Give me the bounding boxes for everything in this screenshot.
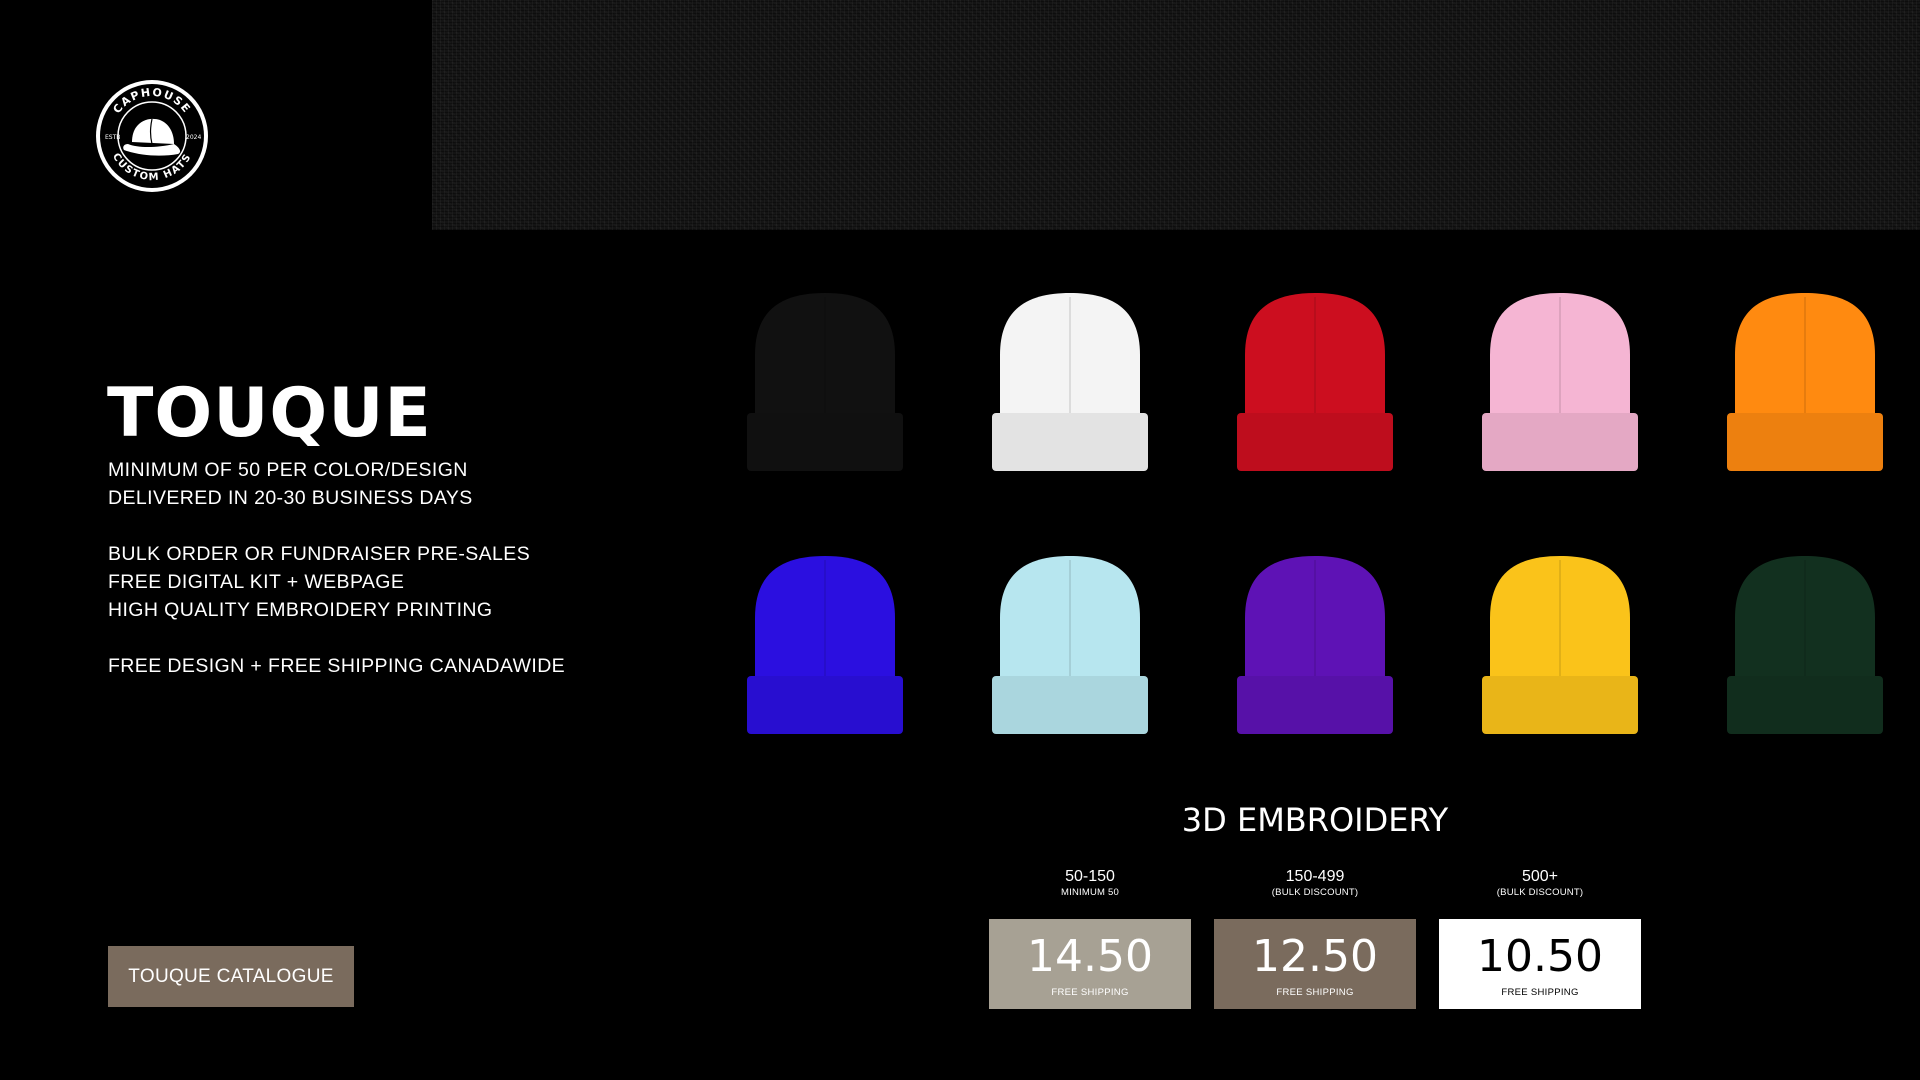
tier-2-note: (BULK DISCOUNT) — [1271, 887, 1359, 898]
touque-swatch — [992, 556, 1148, 734]
info-digital-kit: FREE DIGITAL KIT + WEBPAGE — [108, 571, 405, 593]
price-value: 14.50 — [1027, 931, 1153, 982]
touque-swatch — [1237, 293, 1393, 471]
tier-3-note: (BULK DISCOUNT) — [1496, 887, 1584, 898]
price-shipping-note: FREE SHIPPING — [1276, 987, 1354, 998]
svg-text:ESTB: ESTB — [105, 134, 120, 141]
price-box-tier-1: 14.50 FREE SHIPPING — [989, 919, 1191, 1009]
touque-swatch — [1727, 293, 1883, 471]
touque-swatch — [747, 293, 903, 471]
info-minimum: MINIMUM OF 50 PER COLOR/DESIGN — [108, 459, 468, 481]
touque-swatch — [1727, 556, 1883, 734]
price-value: 12.50 — [1252, 931, 1378, 982]
tier-2-heading: 150-499 (BULK DISCOUNT) — [1214, 868, 1416, 899]
svg-text:2024: 2024 — [186, 134, 201, 141]
header-knit-texture — [432, 0, 1920, 230]
tier-3-heading: 500+ (BULK DISCOUNT) — [1439, 868, 1641, 899]
info-free-shipping: FREE DESIGN + FREE SHIPPING CANADAWIDE — [108, 655, 566, 677]
info-delivery: DELIVERED IN 20-30 BUSINESS DAYS — [108, 487, 473, 509]
tier-3-range: 500+ — [1521, 868, 1559, 885]
touque-swatch — [1482, 293, 1638, 471]
touque-swatch — [992, 293, 1148, 471]
product-title: TOUQUE — [107, 374, 432, 453]
touque-swatch — [1482, 556, 1638, 734]
tier-2-range: 150-499 — [1285, 868, 1345, 885]
tier-1-heading: 50-150 MINIMUM 50 — [989, 868, 1191, 899]
price-box-tier-3: 10.50 FREE SHIPPING — [1439, 919, 1641, 1009]
tier-1-range: 50-150 — [1065, 868, 1115, 885]
info-bulk-order: BULK ORDER OR FUNDRAISER PRE-SALES — [108, 543, 531, 565]
info-embroidery: HIGH QUALITY EMBROIDERY PRINTING — [108, 599, 493, 621]
touque-swatch — [1237, 556, 1393, 734]
price-shipping-note: FREE SHIPPING — [1051, 987, 1129, 998]
pricing-title: 3D EMBROIDERY — [1181, 801, 1449, 839]
product-info: MINIMUM OF 50 PER COLOR/DESIGN DELIVERED… — [108, 456, 565, 680]
caphouse-logo: CAPHOUSE CUSTOM HATS ESTB 2024 — [96, 80, 208, 192]
touque-catalogue-button[interactable]: TOUQUE CATALOGUE — [108, 946, 354, 1007]
tier-1-note: MINIMUM 50 — [1061, 887, 1119, 898]
price-value: 10.50 — [1477, 931, 1603, 982]
price-shipping-note: FREE SHIPPING — [1501, 987, 1579, 998]
touque-swatch — [747, 556, 903, 734]
price-box-tier-2: 12.50 FREE SHIPPING — [1214, 919, 1416, 1009]
